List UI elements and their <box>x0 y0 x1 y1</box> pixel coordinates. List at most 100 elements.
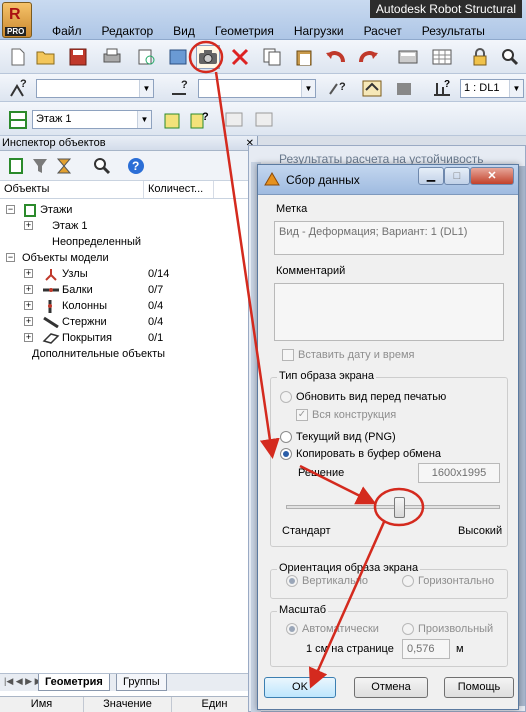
collapse-icon[interactable]: − <box>6 253 15 262</box>
house-load-icon[interactable] <box>360 76 384 100</box>
tree-node-additional[interactable]: Дополнительные объекты <box>0 346 250 362</box>
bar-icon <box>43 316 59 328</box>
tree-node-nodes[interactable]: + Узлы 0/14 <box>0 266 250 282</box>
menu-loads[interactable]: Нагрузки <box>284 22 354 40</box>
copy-icon[interactable] <box>260 45 284 69</box>
grid-gray-2-icon[interactable] <box>252 107 276 131</box>
custom-radio[interactable] <box>402 623 414 635</box>
expand-icon[interactable]: + <box>24 269 33 278</box>
open-folder-icon[interactable] <box>34 45 58 69</box>
print-icon[interactable] <box>100 45 124 69</box>
menu-view[interactable]: Вид <box>163 22 205 40</box>
resolution-slider-thumb[interactable] <box>394 497 405 518</box>
comment-field[interactable] <box>274 283 504 341</box>
hourglass-icon[interactable] <box>52 154 76 178</box>
resolution-slider-track[interactable] <box>286 505 500 509</box>
zoom-icon[interactable] <box>498 45 522 69</box>
filter-icon[interactable] <box>28 154 52 178</box>
minimize-icon[interactable]: ▁ <box>418 167 444 185</box>
column-count-header[interactable]: Количест... <box>144 181 214 198</box>
resolution-field[interactable]: 1600x1995 <box>418 463 500 483</box>
case-select-icon[interactable]: ? <box>326 76 350 100</box>
table-icon[interactable] <box>430 45 454 69</box>
column-objects-header[interactable]: Объекты <box>0 181 144 198</box>
tree-node-storeys[interactable]: − Этажи <box>0 202 250 218</box>
tree-node-storey-1[interactable]: + Этаж 1 <box>0 218 250 234</box>
grid-gray-icon[interactable] <box>222 107 246 131</box>
print-preview-icon[interactable] <box>134 45 158 69</box>
close-icon[interactable]: ✕ <box>470 167 514 185</box>
chevron-down-icon: ▼ <box>137 111 151 128</box>
delete-icon[interactable] <box>228 45 252 69</box>
tree-node-undefined[interactable]: Неопределенный <box>0 234 250 250</box>
menu-edit[interactable]: Редактор <box>92 22 164 40</box>
screen-capture-icon[interactable] <box>196 45 220 69</box>
copy-clipboard-radio[interactable] <box>280 448 292 460</box>
node-select-icon[interactable]: ? <box>6 76 30 100</box>
load-case-icon[interactable]: ? <box>430 76 454 100</box>
expand-icon[interactable]: + <box>24 301 33 310</box>
tab-geometry[interactable]: Геометрия <box>38 674 110 691</box>
horizontal-radio[interactable] <box>402 575 414 587</box>
storey-up-icon[interactable] <box>160 107 184 131</box>
tree-node-bars[interactable]: + Стержни 0/4 <box>0 314 250 330</box>
storey-icon <box>24 204 36 217</box>
expand-icon[interactable]: + <box>24 333 33 342</box>
help-button[interactable]: Помощь <box>444 677 514 698</box>
column-unit-header[interactable]: Един <box>172 697 258 712</box>
slider-min-label: Стандарт <box>282 525 331 537</box>
automatic-radio[interactable] <box>286 623 298 635</box>
menu-file[interactable]: Файл <box>36 22 92 40</box>
current-view-radio[interactable] <box>280 431 292 443</box>
save-icon[interactable] <box>66 45 90 69</box>
node-selection-combo[interactable]: ▼ <box>36 79 154 98</box>
column-value-header[interactable]: Значение <box>84 697 172 712</box>
bar-select-icon[interactable]: ? <box>168 76 192 100</box>
tree-node-columns[interactable]: + Колонны 0/4 <box>0 298 250 314</box>
svg-text:?: ? <box>181 79 188 91</box>
storey-query-icon[interactable]: ? <box>188 107 212 131</box>
maximize-icon[interactable]: □ <box>444 167 470 185</box>
tab-groups[interactable]: Группы <box>116 674 167 691</box>
cancel-button[interactable]: Отмена <box>354 677 428 698</box>
undo-icon[interactable] <box>324 45 348 69</box>
new-file-icon[interactable] <box>6 45 30 69</box>
column-name-header[interactable]: Имя <box>0 697 84 712</box>
custom-label: Произвольный <box>418 623 494 635</box>
storey-combo[interactable]: Этаж 1 ▼ <box>32 110 152 129</box>
tree-node-beams[interactable]: + Балки 0/7 <box>0 282 250 298</box>
scale-field[interactable]: 0,576 <box>402 639 450 659</box>
help-icon[interactable]: ? <box>124 154 148 178</box>
tree-node-model-objects[interactable]: − Объекты модели <box>0 250 250 266</box>
calculator-icon[interactable] <box>396 45 420 69</box>
whole-structure-checkbox[interactable]: ✓ <box>296 409 308 421</box>
search-icon[interactable] <box>90 154 114 178</box>
menu-analysis[interactable]: Расчет <box>354 22 412 40</box>
vertical-radio[interactable] <box>286 575 298 587</box>
label-field[interactable]: Вид - Деформация; Вариант: 1 (DL1) <box>274 221 504 255</box>
whole-structure-label: Вся конструкция <box>312 409 397 421</box>
bar-selection-combo[interactable]: ▼ <box>198 79 316 98</box>
load-case-combo[interactable]: 1 : DL1 ▼ <box>460 79 524 98</box>
storey-icon[interactable] <box>6 107 30 131</box>
menu-geometry[interactable]: Геометрия <box>205 22 284 40</box>
cladding-icon <box>42 333 60 344</box>
ok-button[interactable]: OK <box>264 677 336 698</box>
storey-icon[interactable] <box>4 154 28 178</box>
insert-datetime-checkbox[interactable] <box>282 349 294 361</box>
expand-icon[interactable]: + <box>24 285 33 294</box>
paste-icon[interactable] <box>292 45 316 69</box>
collapse-icon[interactable]: − <box>6 205 15 214</box>
loads-gray-icon[interactable] <box>392 76 416 100</box>
book-icon[interactable] <box>166 45 190 69</box>
lock-icon[interactable] <box>468 45 492 69</box>
application-button[interactable]: R PRO <box>2 2 32 38</box>
current-view-label: Текущий вид (PNG) <box>296 431 396 443</box>
menu-results[interactable]: Результаты <box>412 22 495 40</box>
refresh-view-radio[interactable] <box>280 391 292 403</box>
expand-icon[interactable]: + <box>24 221 33 230</box>
dialog-app-icon <box>264 172 280 186</box>
expand-icon[interactable]: + <box>24 317 33 326</box>
redo-icon[interactable] <box>356 45 380 69</box>
tree-node-claddings[interactable]: + Покрытия 0/1 <box>0 330 250 346</box>
